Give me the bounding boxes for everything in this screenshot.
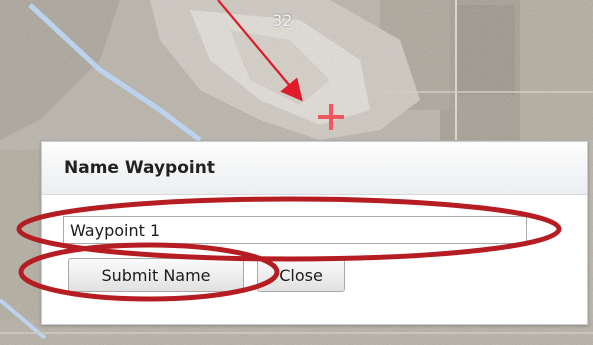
road-number-label: 32 <box>272 11 293 30</box>
waypoint-name-input[interactable] <box>63 216 527 244</box>
name-waypoint-dialog: Name Waypoint Submit Name Close <box>41 141 588 325</box>
submit-name-button[interactable]: Submit Name <box>68 258 244 292</box>
dialog-title: Name Waypoint <box>64 158 215 178</box>
map-view[interactable]: 32 Name Waypoint Submit Name Close <box>0 0 593 345</box>
crosshair-icon <box>318 104 344 130</box>
dialog-header: Name Waypoint <box>42 142 587 195</box>
close-button[interactable]: Close <box>257 258 345 292</box>
